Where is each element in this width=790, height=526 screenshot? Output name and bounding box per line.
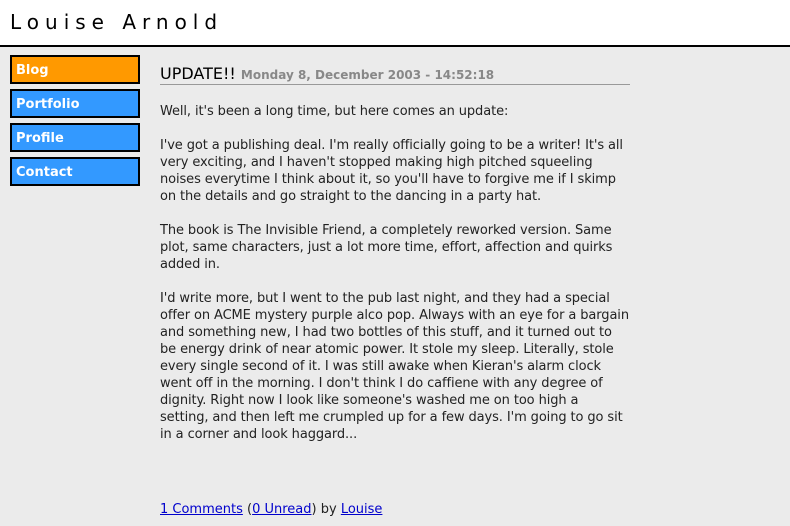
author-link[interactable]: Louise [341, 502, 383, 517]
post-footer: 1 Comments (0 Unread) by Louise [160, 502, 382, 517]
nav-item-portfolio[interactable]: Portfolio [10, 89, 140, 118]
post-paragraph: I'd write more, but I went to the pub la… [160, 291, 629, 442]
footer-by-text: ) by [311, 502, 337, 517]
nav-item-profile[interactable]: Profile [10, 123, 140, 152]
site-title: Louise Arnold [10, 10, 224, 34]
nav-item-contact[interactable]: Contact [10, 157, 140, 186]
post-paragraph: Well, it's been a long time, but here co… [160, 104, 509, 119]
post-title: UPDATE!! [160, 64, 236, 83]
post-paragraph: The book is The Invisible Friend, a comp… [160, 223, 613, 272]
unread-link[interactable]: 0 Unread [252, 502, 311, 517]
nav-item-blog[interactable]: Blog [10, 55, 140, 84]
site-header: Louise Arnold [0, 0, 790, 47]
post-date: Monday 8, December 2003 - 14:52:18 [240, 68, 495, 82]
main-nav: Blog Portfolio Profile Contact [10, 55, 140, 191]
post-paragraph: I've got a publishing deal. I'm really o… [160, 138, 623, 204]
post-header: UPDATE!! Monday 8, December 2003 - 14:52… [160, 64, 630, 85]
comments-link[interactable]: 1 Comments [160, 502, 243, 517]
post-body: Well, it's been a long time, but here co… [160, 103, 630, 443]
blog-post: UPDATE!! Monday 8, December 2003 - 14:52… [160, 64, 630, 460]
